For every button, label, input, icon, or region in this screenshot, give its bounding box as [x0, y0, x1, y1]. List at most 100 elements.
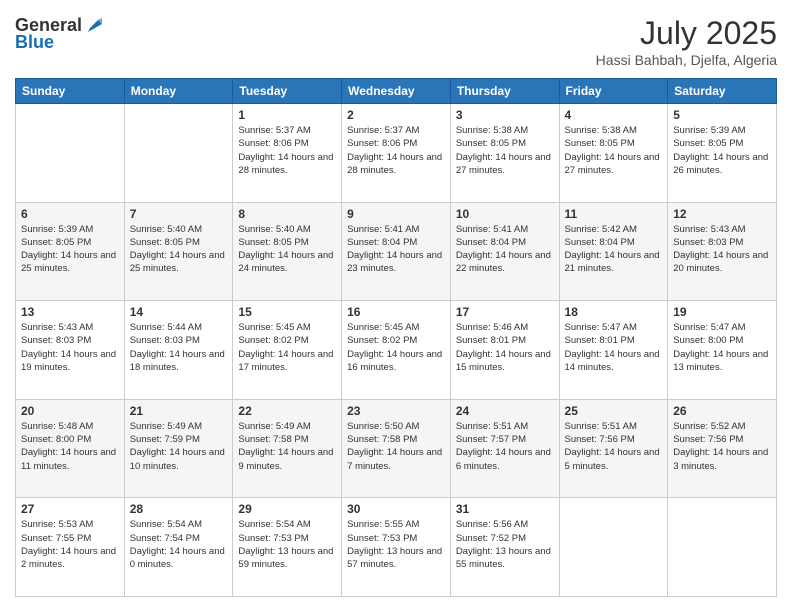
calendar-cell: 11Sunrise: 5:42 AMSunset: 8:04 PMDayligh… — [559, 202, 668, 301]
cell-info: Sunrise: 5:51 AMSunset: 7:56 PMDaylight:… — [565, 420, 663, 473]
day-number: 15 — [238, 305, 336, 319]
calendar-cell: 31Sunrise: 5:56 AMSunset: 7:52 PMDayligh… — [450, 498, 559, 597]
calendar-cell: 22Sunrise: 5:49 AMSunset: 7:58 PMDayligh… — [233, 399, 342, 498]
calendar-cell: 19 Sunrise: 5:47 AMSunset: 8:00 PMDayligh… — [668, 301, 777, 400]
day-number: 26 — [673, 404, 771, 418]
day-number: 5 — [673, 108, 771, 122]
day-number: 3 — [456, 108, 554, 122]
day-number: 25 — [565, 404, 663, 418]
cell-info: Sunrise: 5:47 AMSunset: 8:01 PMDaylight:… — [565, 321, 663, 374]
logo: General Blue — [15, 15, 106, 53]
calendar-cell: 18 Sunrise: 5:47 AMSunset: 8:01 PMDayligh… — [559, 301, 668, 400]
cell-info: Sunrise: 5:54 AMSunset: 7:53 PMDaylight:… — [238, 518, 336, 571]
calendar-cell: 10 Sunrise: 5:41 AMSunset: 8:04 PMDayligh… — [450, 202, 559, 301]
day-number: 10 — [456, 207, 554, 221]
cell-info: Sunrise: 5:45 AMSunset: 8:02 PMDaylight:… — [238, 321, 336, 374]
calendar-cell: 23 Sunrise: 5:50 AMSunset: 7:58 PMDayligh… — [342, 399, 451, 498]
day-number: 20 — [21, 404, 119, 418]
cell-info: Sunrise: 5:44 AMSunset: 8:03 PMDaylight:… — [130, 321, 228, 374]
header-row: SundayMondayTuesdayWednesdayThursdayFrid… — [16, 79, 777, 104]
calendar-cell: 30 Sunrise: 5:55 AMSunset: 7:53 PMDayligh… — [342, 498, 451, 597]
calendar-week-row: 20 Sunrise: 5:48 AMSunset: 8:00 PMDayligh… — [16, 399, 777, 498]
calendar-cell — [16, 104, 125, 203]
calendar-cell: 4 Sunrise: 5:38 AMSunset: 8:05 PMDaylight… — [559, 104, 668, 203]
calendar-cell: 27 Sunrise: 5:53 AMSunset: 7:55 PMDayligh… — [16, 498, 125, 597]
cell-info: Sunrise: 5:40 AMSunset: 8:05 PMDaylight:… — [238, 223, 336, 276]
day-number: 29 — [238, 502, 336, 516]
calendar-cell — [559, 498, 668, 597]
day-number: 7 — [130, 207, 228, 221]
day-number: 8 — [238, 207, 336, 221]
day-number: 24 — [456, 404, 554, 418]
day-number: 4 — [565, 108, 663, 122]
weekday-header: Saturday — [668, 79, 777, 104]
calendar-cell: 13 Sunrise: 5:43 AMSunset: 8:03 PMDayligh… — [16, 301, 125, 400]
cell-info: Sunrise: 5:54 AMSunset: 7:54 PMDaylight:… — [130, 518, 228, 571]
calendar-cell — [124, 104, 233, 203]
calendar-cell: 25 Sunrise: 5:51 AMSunset: 7:56 PMDayligh… — [559, 399, 668, 498]
day-number: 30 — [347, 502, 445, 516]
day-number: 22 — [238, 404, 336, 418]
cell-info: Sunrise: 5:46 AMSunset: 8:01 PMDaylight:… — [456, 321, 554, 374]
weekday-header: Friday — [559, 79, 668, 104]
weekday-header: Wednesday — [342, 79, 451, 104]
day-number: 6 — [21, 207, 119, 221]
day-number: 27 — [21, 502, 119, 516]
calendar-cell: 24 Sunrise: 5:51 AMSunset: 7:57 PMDayligh… — [450, 399, 559, 498]
logo-icon — [84, 14, 106, 36]
calendar-cell: 28 Sunrise: 5:54 AMSunset: 7:54 PMDayligh… — [124, 498, 233, 597]
cell-info: Sunrise: 5:47 AMSunset: 8:00 PMDaylight:… — [673, 321, 771, 374]
day-number: 2 — [347, 108, 445, 122]
calendar-table: SundayMondayTuesdayWednesdayThursdayFrid… — [15, 78, 777, 597]
weekday-header: Monday — [124, 79, 233, 104]
calendar-cell: 21 Sunrise: 5:49 AMSunset: 7:59 PMDayligh… — [124, 399, 233, 498]
cell-info: Sunrise: 5:49 AMSunset: 7:59 PMDaylight:… — [130, 420, 228, 473]
cell-info: Sunrise: 5:48 AMSunset: 8:00 PMDaylight:… — [21, 420, 119, 473]
cell-info: Sunrise: 5:41 AMSunset: 8:04 PMDaylight:… — [456, 223, 554, 276]
calendar-cell — [668, 498, 777, 597]
day-number: 13 — [21, 305, 119, 319]
cell-info: Sunrise: 5:43 AMSunset: 8:03 PMDaylight:… — [673, 223, 771, 276]
cell-info: Sunrise: 5:53 AMSunset: 7:55 PMDaylight:… — [21, 518, 119, 571]
calendar-cell: 2Sunrise: 5:37 AMSunset: 8:06 PMDaylight… — [342, 104, 451, 203]
calendar-cell: 16Sunrise: 5:45 AMSunset: 8:02 PMDayligh… — [342, 301, 451, 400]
calendar-cell: 17 Sunrise: 5:46 AMSunset: 8:01 PMDayligh… — [450, 301, 559, 400]
day-number: 21 — [130, 404, 228, 418]
cell-info: Sunrise: 5:41 AMSunset: 8:04 PMDaylight:… — [347, 223, 445, 276]
cell-info: Sunrise: 5:50 AMSunset: 7:58 PMDaylight:… — [347, 420, 445, 473]
calendar-week-row: 1Sunrise: 5:37 AMSunset: 8:06 PMDaylight… — [16, 104, 777, 203]
cell-info: Sunrise: 5:51 AMSunset: 7:57 PMDaylight:… — [456, 420, 554, 473]
day-number: 23 — [347, 404, 445, 418]
calendar-cell: 12Sunrise: 5:43 AMSunset: 8:03 PMDayligh… — [668, 202, 777, 301]
location: Hassi Bahbah, Djelfa, Algeria — [596, 52, 777, 68]
title-block: July 2025 Hassi Bahbah, Djelfa, Algeria — [596, 15, 777, 68]
page: General Blue July 2025 Hassi Bahbah, Dje… — [0, 0, 792, 612]
day-number: 28 — [130, 502, 228, 516]
cell-info: Sunrise: 5:39 AMSunset: 8:05 PMDaylight:… — [21, 223, 119, 276]
calendar-cell: 29 Sunrise: 5:54 AMSunset: 7:53 PMDayligh… — [233, 498, 342, 597]
calendar-cell: 15 Sunrise: 5:45 AMSunset: 8:02 PMDayligh… — [233, 301, 342, 400]
day-number: 17 — [456, 305, 554, 319]
calendar-cell: 5 Sunrise: 5:39 AMSunset: 8:05 PMDaylight… — [668, 104, 777, 203]
calendar-week-row: 6 Sunrise: 5:39 AMSunset: 8:05 PMDaylight… — [16, 202, 777, 301]
calendar-cell: 8 Sunrise: 5:40 AMSunset: 8:05 PMDaylight… — [233, 202, 342, 301]
cell-info: Sunrise: 5:43 AMSunset: 8:03 PMDaylight:… — [21, 321, 119, 374]
calendar-cell: 1Sunrise: 5:37 AMSunset: 8:06 PMDaylight… — [233, 104, 342, 203]
cell-info: Sunrise: 5:39 AMSunset: 8:05 PMDaylight:… — [673, 124, 771, 177]
calendar-cell: 7Sunrise: 5:40 AMSunset: 8:05 PMDaylight… — [124, 202, 233, 301]
cell-info: Sunrise: 5:55 AMSunset: 7:53 PMDaylight:… — [347, 518, 445, 571]
cell-info: Sunrise: 5:38 AMSunset: 8:05 PMDaylight:… — [456, 124, 554, 177]
day-number: 11 — [565, 207, 663, 221]
day-number: 16 — [347, 305, 445, 319]
cell-info: Sunrise: 5:52 AMSunset: 7:56 PMDaylight:… — [673, 420, 771, 473]
day-number: 18 — [565, 305, 663, 319]
cell-info: Sunrise: 5:37 AMSunset: 8:06 PMDaylight:… — [238, 124, 336, 177]
day-number: 19 — [673, 305, 771, 319]
calendar-cell: 9Sunrise: 5:41 AMSunset: 8:04 PMDaylight… — [342, 202, 451, 301]
calendar-week-row: 13 Sunrise: 5:43 AMSunset: 8:03 PMDayligh… — [16, 301, 777, 400]
cell-info: Sunrise: 5:38 AMSunset: 8:05 PMDaylight:… — [565, 124, 663, 177]
calendar-cell: 26 Sunrise: 5:52 AMSunset: 7:56 PMDayligh… — [668, 399, 777, 498]
calendar-week-row: 27 Sunrise: 5:53 AMSunset: 7:55 PMDayligh… — [16, 498, 777, 597]
calendar-cell: 14Sunrise: 5:44 AMSunset: 8:03 PMDayligh… — [124, 301, 233, 400]
calendar-cell: 20 Sunrise: 5:48 AMSunset: 8:00 PMDayligh… — [16, 399, 125, 498]
